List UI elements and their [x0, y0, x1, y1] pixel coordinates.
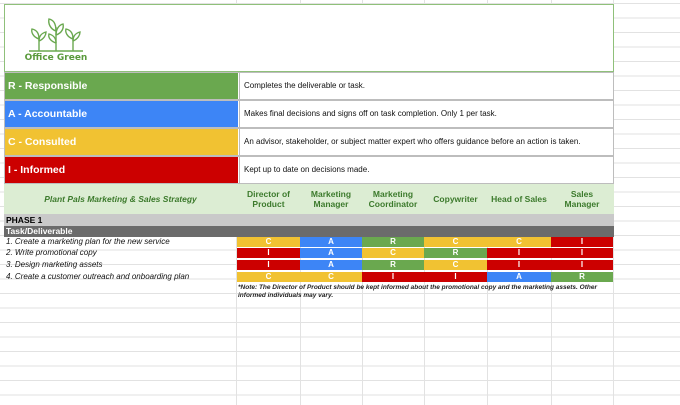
- raci-cell[interactable]: I: [487, 248, 551, 258]
- legend-desc: An advisor, stakeholder, or subject matt…: [239, 129, 613, 155]
- raci-cell[interactable]: R: [551, 272, 613, 282]
- legend-row-consulted[interactable]: C - Consulted An advisor, stakeholder, o…: [4, 128, 614, 156]
- legend-desc: Makes final decisions and signs off on t…: [239, 101, 613, 127]
- legend-desc: Kept up to date on decisions made.: [239, 157, 613, 183]
- raci-cell[interactable]: A: [300, 260, 362, 270]
- legend-row-responsible[interactable]: R - Responsible Completes the deliverabl…: [4, 72, 614, 100]
- task-row[interactable]: 3. Design marketing assets I A R C I I: [4, 260, 614, 270]
- raci-cell[interactable]: R: [362, 237, 424, 247]
- sprout-icon: [29, 18, 83, 52]
- legend-key: A - Accountable: [5, 101, 238, 127]
- raci-cell[interactable]: C: [487, 237, 551, 247]
- role-header[interactable]: Copywriter: [424, 184, 487, 214]
- raci-cell[interactable]: C: [237, 272, 300, 282]
- role-line: Copywriter: [433, 194, 478, 204]
- role-line: Manager: [564, 199, 600, 209]
- raci-cell[interactable]: C: [237, 237, 300, 247]
- legend-row-informed[interactable]: I - Informed Kept up to date on decision…: [4, 156, 614, 184]
- role-header[interactable]: Marketing Manager: [300, 184, 362, 214]
- role-header[interactable]: Director of Product: [237, 184, 300, 214]
- raci-cell[interactable]: A: [487, 272, 551, 282]
- task-label[interactable]: 4. Create a customer outreach and onboar…: [6, 272, 236, 282]
- logo: Office Green: [19, 15, 93, 67]
- header-title[interactable]: Plant Pals Marketing & Sales Strategy: [4, 184, 237, 214]
- raci-cell[interactable]: I: [487, 260, 551, 270]
- logo-box[interactable]: Office Green: [4, 4, 614, 72]
- raci-cell[interactable]: I: [551, 260, 613, 270]
- role-header[interactable]: Sales Manager: [551, 184, 613, 214]
- task-label[interactable]: 3. Design marketing assets: [6, 260, 236, 270]
- raci-cell[interactable]: I: [424, 272, 487, 282]
- role-line: Sales: [570, 189, 594, 199]
- legend-row-accountable[interactable]: A - Accountable Makes final decisions an…: [4, 100, 614, 128]
- raci-cell[interactable]: C: [424, 237, 487, 247]
- raci-cell[interactable]: I: [237, 260, 300, 270]
- role-header[interactable]: Head of Sales: [487, 184, 551, 214]
- raci-cell[interactable]: I: [237, 248, 300, 258]
- role-line: Manager: [313, 199, 349, 209]
- note-text[interactable]: *Note: The Director of Product should be…: [238, 284, 598, 300]
- raci-cell[interactable]: A: [300, 237, 362, 247]
- raci-cell[interactable]: R: [424, 248, 487, 258]
- task-label[interactable]: 2. Write promotional copy: [6, 248, 236, 258]
- legend-key: I - Informed: [5, 157, 238, 183]
- role-line: Coordinator: [368, 199, 418, 209]
- role-line: Marketing: [372, 189, 414, 199]
- role-line: Product: [252, 199, 285, 209]
- task-row[interactable]: 2. Write promotional copy I A C R I I: [4, 248, 614, 258]
- raci-cell[interactable]: C: [424, 260, 487, 270]
- legend-key: C - Consulted: [5, 129, 238, 155]
- raci-cell[interactable]: I: [362, 272, 424, 282]
- raci-cell[interactable]: I: [551, 237, 613, 247]
- phase-label[interactable]: PHASE 1: [4, 214, 614, 226]
- raci-cell[interactable]: I: [551, 248, 613, 258]
- task-row[interactable]: 1. Create a marketing plan for the new s…: [4, 237, 614, 247]
- task-header[interactable]: Task/Deliverable: [4, 226, 614, 237]
- role-header[interactable]: Marketing Coordinator: [362, 184, 424, 214]
- header-row: Plant Pals Marketing & Sales Strategy Di…: [4, 184, 614, 214]
- legend-desc: Completes the deliverable or task.: [239, 73, 613, 99]
- task-label[interactable]: 1. Create a marketing plan for the new s…: [6, 237, 236, 247]
- raci-cell[interactable]: A: [300, 248, 362, 258]
- role-line: Director of: [247, 189, 290, 199]
- logo-text: Office Green: [24, 53, 88, 63]
- legend-key: R - Responsible: [5, 73, 238, 99]
- raci-cell[interactable]: C: [362, 248, 424, 258]
- raci-cell[interactable]: C: [300, 272, 362, 282]
- raci-cell[interactable]: R: [362, 260, 424, 270]
- role-line: Head of Sales: [491, 194, 547, 204]
- role-line: Marketing: [310, 189, 352, 199]
- task-row[interactable]: 4. Create a customer outreach and onboar…: [4, 272, 614, 282]
